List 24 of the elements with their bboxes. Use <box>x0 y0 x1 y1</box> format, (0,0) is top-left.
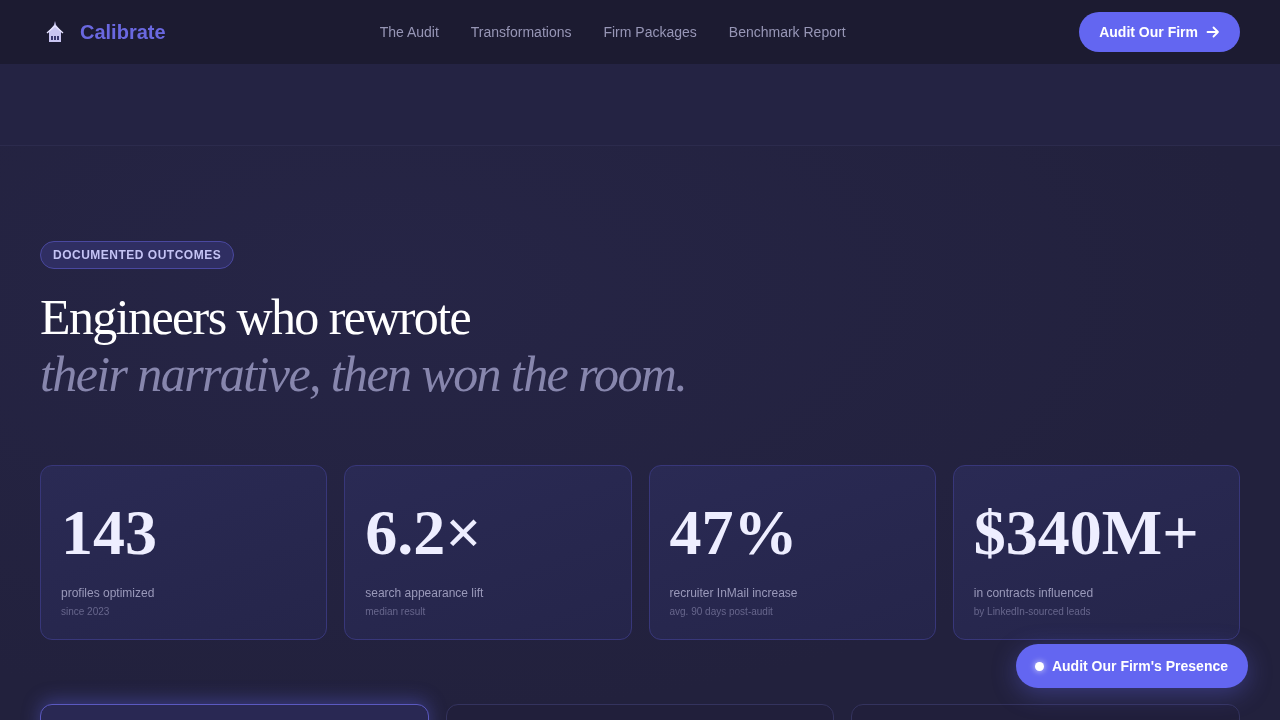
arrow-right-icon <box>1206 25 1220 39</box>
nav-link[interactable]: Benchmark Report <box>728 24 846 40</box>
status-dot-icon <box>1034 661 1044 671</box>
brand-name[interactable]: Calibrate <box>80 20 166 44</box>
nav-link[interactable]: Transformations <box>470 24 572 40</box>
building-icon <box>46 21 64 43</box>
stat-note: median result <box>365 606 426 618</box>
stat-label: in contracts influenced <box>973 586 1094 600</box>
stat-value: 47% <box>669 496 798 570</box>
stat-label: profiles optimized <box>61 586 155 600</box>
nav-link[interactable]: Firm Packages <box>603 24 697 40</box>
stat-note: since 2023 <box>61 606 110 618</box>
nav-link[interactable]: The Audit <box>379 24 439 40</box>
stat-label: search appearance lift <box>365 586 484 600</box>
stat-value: 6.2× <box>365 496 482 570</box>
section-badge: DOCUMENTED OUTCOMES <box>40 241 235 269</box>
hero-heading-italic: their narrative, then won the room. <box>40 346 687 403</box>
stat-value: $340M+ <box>973 496 1199 570</box>
audit-cta-button[interactable]: Audit Our Firm <box>1079 12 1240 52</box>
audit-presence-button[interactable]: Audit Our Firm's Presence <box>1015 644 1248 688</box>
hero-heading: Engineers who rewrote <box>40 289 472 346</box>
stat-note: avg. 90 days post-audit <box>669 606 773 618</box>
stat-label: recruiter InMail increase <box>669 586 798 600</box>
stat-value: 143 <box>61 496 157 570</box>
